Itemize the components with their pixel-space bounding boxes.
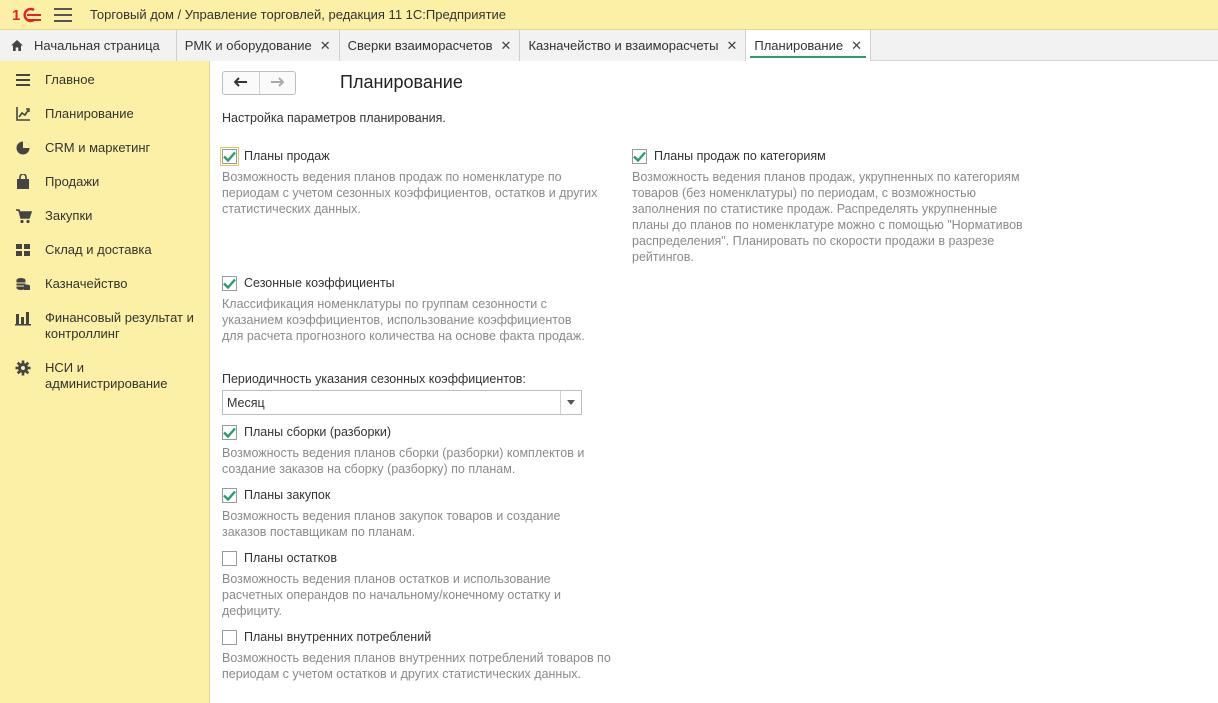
sidebar-item-sales[interactable]: Продажи — [0, 165, 209, 199]
list-icon — [14, 72, 32, 88]
main-menu-button[interactable] — [54, 7, 72, 22]
sidebar-item-label: Закупки — [45, 208, 93, 223]
sidebar-item-label: Казначейство — [45, 276, 128, 291]
sidebar-item-label: CRM и маркетинг — [45, 140, 151, 155]
option-purchases: Планы закупок Возможность ведения планов… — [222, 486, 602, 540]
option-description: Возможность ведения планов продаж по ном… — [222, 170, 598, 216]
option-internal: Планы внутренних потреблений Возможность… — [222, 628, 627, 682]
tab-label: РМК и оборудование — [184, 38, 312, 53]
sidebar-item-treasury[interactable]: Казначейство — [0, 267, 209, 301]
title-bar: 1 Торговый дом / Управление торговлей, р… — [0, 0, 1218, 30]
option-sales-plans: Планы продаж Возможность ведения планов … — [220, 146, 617, 217]
internal-checkbox[interactable] — [222, 629, 237, 645]
sidebar-item-label: Главное — [45, 72, 95, 87]
bar-chart-icon — [14, 310, 32, 326]
page-subtitle: Настройка параметров планирования. — [222, 111, 446, 125]
option-description: Возможность ведения планов внутренних по… — [222, 651, 611, 681]
history-nav — [222, 71, 296, 95]
sidebar-item-admin[interactable]: НСИ и администрирование — [0, 351, 209, 401]
forward-button[interactable] — [258, 72, 296, 94]
back-button[interactable] — [223, 72, 259, 94]
option-label: Сезонные коэффициенты — [244, 276, 395, 290]
option-assembly: Планы сборки (разборки) Возможность веде… — [222, 423, 622, 477]
coins-icon — [14, 276, 32, 292]
sales-plans-checkbox[interactable] — [220, 146, 239, 166]
svg-text:1: 1 — [12, 7, 20, 23]
option-stocks: Планы остатков Возможность ведения плано… — [222, 549, 587, 619]
tabs-bar: Начальная страница РМК и оборудование ✕ … — [0, 30, 1218, 61]
sidebar-item-label: Планирование — [45, 106, 134, 121]
tab-rmk[interactable]: РМК и оборудование ✕ — [176, 30, 340, 61]
option-label: Планы закупок — [244, 488, 331, 502]
sidebar-item-warehouse[interactable]: Склад и доставка — [0, 233, 209, 267]
1c-logo[interactable]: 1 — [12, 7, 42, 23]
sidebar: Главное Планирование CRM и маркетинг Про… — [0, 61, 210, 703]
sidebar-item-finance[interactable]: Финансовый результат и контроллинг — [0, 301, 209, 351]
arrow-left-icon — [233, 76, 248, 90]
sidebar-item-crm[interactable]: CRM и маркетинг — [0, 131, 209, 165]
warehouse-icon — [14, 242, 32, 258]
option-description: Возможность ведения планов остатков и ис… — [222, 572, 561, 618]
tab-treasury[interactable]: Казначейство и взаиморасчеты ✕ — [520, 30, 747, 61]
arrow-right-icon — [270, 76, 285, 90]
tab-reconciliation[interactable]: Сверки взаиморасчетов ✕ — [339, 30, 521, 61]
periodicity-select[interactable]: Месяц — [222, 390, 582, 415]
gear-icon — [14, 360, 32, 376]
sidebar-item-main[interactable]: Главное — [0, 63, 209, 97]
assembly-checkbox[interactable] — [222, 424, 237, 440]
home-icon — [10, 39, 24, 52]
option-description: Возможность ведения планов сборки (разбо… — [222, 446, 585, 476]
option-label: Планы остатков — [244, 551, 337, 565]
bag-icon — [14, 174, 32, 190]
periodicity-value: Месяц — [227, 395, 265, 410]
tab-label: Начальная страница — [34, 38, 160, 53]
option-label: Планы продаж по категориям — [654, 149, 826, 163]
option-label: Планы сборки (разборки) — [244, 425, 392, 439]
pie-icon — [14, 140, 32, 156]
sidebar-item-label: НСИ и администрирование — [45, 360, 168, 391]
dropdown-arrow-icon[interactable] — [560, 391, 581, 414]
option-label: Планы продаж — [244, 149, 330, 163]
app-title: Торговый дом / Управление торговлей, ред… — [90, 7, 507, 22]
sidebar-item-purchases[interactable]: Закупки — [0, 199, 209, 233]
option-label: Планы внутренних потреблений — [244, 630, 432, 644]
sidebar-item-planning[interactable]: Планирование — [0, 97, 209, 131]
page-title: Планирование — [340, 72, 463, 92]
close-icon[interactable]: ✕ — [726, 38, 737, 54]
sidebar-item-label: Продажи — [45, 174, 100, 189]
category-plans-checkbox[interactable] — [632, 148, 647, 164]
seasonal-checkbox[interactable] — [222, 275, 237, 291]
stocks-checkbox[interactable] — [222, 550, 237, 566]
periodicity-label: Периодичность указания сезонных коэффици… — [222, 372, 526, 386]
option-description: Возможность ведения планов закупок товар… — [222, 509, 561, 539]
tab-label: Планирование — [754, 38, 844, 53]
close-icon[interactable]: ✕ — [851, 38, 862, 54]
option-seasonal: Сезонные коэффициенты Классификация номе… — [222, 274, 587, 344]
sidebar-item-label: Склад и доставка — [45, 242, 152, 257]
sidebar-item-label: Финансовый результат и контроллинг — [45, 310, 194, 341]
main-content: Планирование Настройка параметров планир… — [220, 61, 1212, 703]
tab-home[interactable]: Начальная страница — [0, 30, 177, 61]
tab-label: Казначейство и взаиморасчеты — [528, 38, 719, 53]
option-description: Классификация номенклатуры по группам се… — [222, 297, 585, 343]
close-icon[interactable]: ✕ — [320, 38, 331, 54]
planning-icon — [14, 106, 32, 122]
cart-icon — [14, 208, 32, 224]
tab-planning[interactable]: Планирование ✕ — [746, 30, 871, 61]
option-category-plans: Планы продаж по категориям Возможность в… — [632, 147, 1032, 265]
tab-label: Сверки взаиморасчетов — [347, 38, 493, 53]
close-icon[interactable]: ✕ — [501, 38, 512, 54]
option-description: Возможность ведения планов продаж, укруп… — [632, 170, 1023, 264]
purchases-checkbox[interactable] — [222, 487, 237, 503]
